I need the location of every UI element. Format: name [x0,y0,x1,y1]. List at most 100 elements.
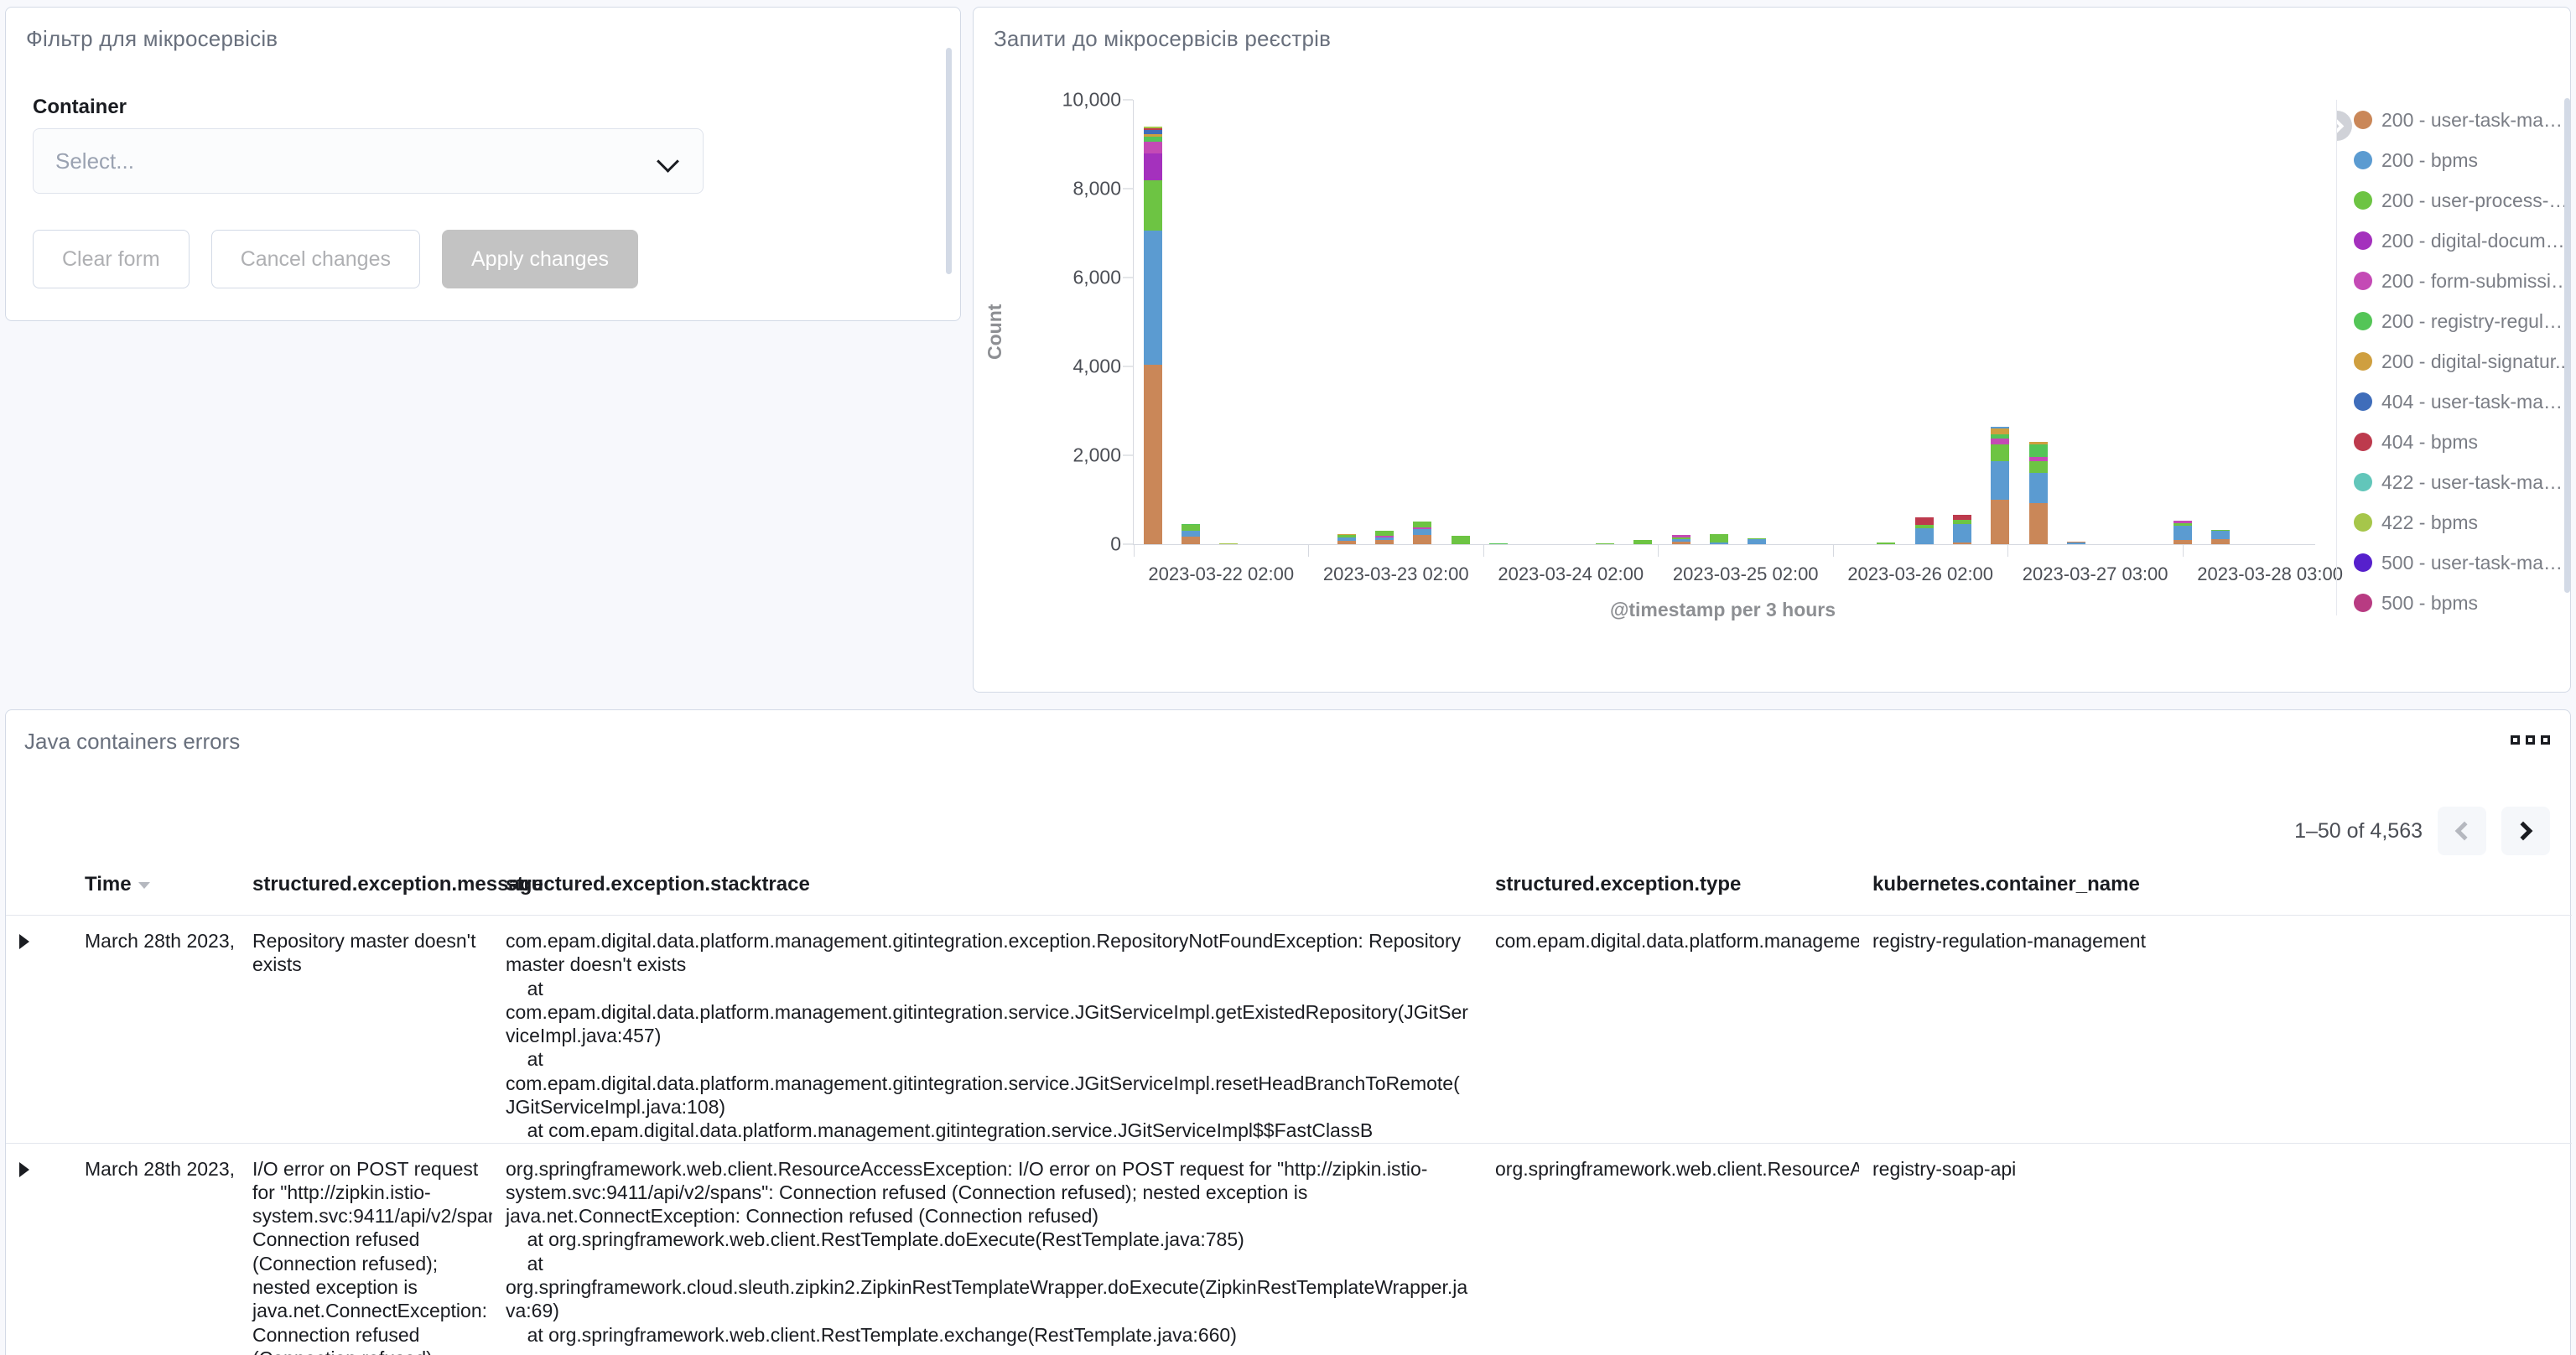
legend-item[interactable]: 200 - user-process-m... [2354,180,2572,221]
legend-item-label: 200 - user-process-m... [2381,189,2572,211]
previous-page-button[interactable] [2438,807,2486,855]
y-tick-label: 10,000 [1062,88,1121,111]
chart-bar-segment [1413,528,1432,535]
x-tick-mark [1134,545,1135,557]
legend-item[interactable]: 422 - user-task-mana... [2354,462,2572,502]
legend-item[interactable]: 200 - user-task-mana... [2354,100,2572,140]
chart-bar-segment [1451,535,1470,544]
legend-item[interactable]: 404 - user-task-mana... [2354,382,2572,422]
legend-item-label: 200 - registry-regulati... [2381,309,2572,332]
cell-message: I/O error on POST request for "http://zi… [239,1142,492,1355]
legend-color-dot [2354,272,2372,290]
chart-bar[interactable] [1991,426,2010,544]
legend-scrollbar[interactable] [2564,98,2570,593]
chart-bar[interactable] [1671,535,1690,544]
table-row[interactable]: March 28th 2023, 13:11:05.258I/O error o… [6,1142,2572,1355]
chart-bar[interactable] [1748,537,1767,544]
chart-bar[interactable] [1143,127,1162,544]
kebab-dot-3 [2541,735,2550,745]
cell-time: March 28th 2023, 13:15:00.015 [71,915,239,1144]
chart-bar-segment [2173,525,2192,541]
column-header-stacktrace[interactable]: structured.exception.stacktrace [492,861,1482,916]
table-body: March 28th 2023, 13:15:00.015Repository … [6,915,2572,1355]
legend-item[interactable]: 500 - bpms [2354,583,2572,615]
next-page-button[interactable] [2501,807,2550,855]
legend-item[interactable]: 500 - user-task-mana... [2354,543,2572,583]
filter-panel-scrollbar[interactable] [946,48,952,274]
chart-bar[interactable] [1413,522,1432,544]
panel-menu-icon[interactable] [2511,735,2550,745]
chart-bar-segment [1143,365,1162,544]
x-tick-mark [1483,545,1484,557]
x-axis-ticks: 2023-03-22 02:00 2023-03-23 02:00 2023-03-… [1134,545,2343,595]
row-expand-cell[interactable] [6,1142,71,1355]
column-header-type[interactable]: structured.exception.type [1482,861,1859,916]
legend-color-dot [2354,594,2372,612]
chart-bar-segment [2028,444,2048,457]
cancel-changes-button[interactable]: Cancel changes [210,230,420,288]
chart-legend: 200 - user-task-mana... 200 - bpms 200 - u… [2336,100,2572,615]
filter-panel-title: Фільтр для мікросервісів [26,26,278,51]
table-row[interactable]: March 28th 2023, 13:15:00.015Repository … [6,915,2572,1144]
legend-item[interactable]: 422 - bpms [2354,502,2572,543]
chevron-right-icon [2513,821,2533,841]
legend-color-dot [2354,312,2372,330]
y-axis-ticks: 0 2,000 4,000 6,000 8,000 10,000 [1007,89,1133,555]
apply-changes-button[interactable]: Apply changes [441,230,638,288]
expand-row-icon[interactable] [19,1161,29,1177]
chart-bar-segment [1914,517,1934,526]
legend-color-dot [2354,473,2372,491]
x-tick-mark [1308,545,1310,557]
column-header-time-label: Time [85,873,132,896]
x-tick-label: 2023-03-23 02:00 [1322,563,1469,584]
legend-next-icon[interactable] [2337,111,2352,141]
y-tick-mark [1123,99,1133,101]
x-tick-mark [1658,545,1659,557]
chart-bar[interactable] [1181,523,1200,544]
x-tick-label: 2023-03-22 02:00 [1148,563,1295,584]
java-errors-panel: Java containers errors 1–50 of 4,563 Tim… [5,709,2572,1355]
chart-bar[interactable] [1709,534,1728,544]
expand-row-icon[interactable] [19,934,29,949]
legend-item[interactable]: 404 - bpms [2354,422,2572,462]
sort-desc-icon [138,881,150,889]
chart-bar-segment [1143,230,1162,366]
column-header-message[interactable]: structured.exception.message [239,861,543,916]
chart-bar[interactable] [2028,441,2048,544]
container-select[interactable]: Select... [33,128,704,194]
chart-bar-segment [1709,534,1728,543]
column-header-container[interactable]: kubernetes.container_name [1859,861,2572,916]
chart-plot-bars [1134,100,2312,544]
legend-item[interactable]: 200 - digital-signatur... [2354,341,2572,382]
requests-chart-panel: Запити до мікросервісів реєстрів Count 0… [973,7,2572,693]
legend-color-dot [2354,513,2372,532]
row-expand-cell[interactable] [6,915,71,1144]
legend-item[interactable]: 200 - registry-regulati... [2354,301,2572,341]
chart-bar[interactable] [2211,529,2231,544]
legend-item[interactable]: 200 - digital-docume... [2354,221,2572,261]
chart-bar-segment [1991,444,2010,461]
legend-item-label: 200 - form-submissio... [2381,269,2572,292]
cell-exception-type: com.epam.digital.data.platform.managemen… [1482,915,1859,1144]
legend-item-label: 200 - bpms [2381,148,2479,171]
chart-bar[interactable] [1914,517,1934,544]
dashboard-page: Фільтр для мікросервісів Container Selec… [0,0,2576,1355]
column-header-time[interactable]: Time [71,861,239,916]
legend-item[interactable]: 200 - bpms [2354,140,2572,180]
x-axis-label: @timestamp per 3 hours [1609,599,1836,620]
x-tick-label: 2023-03-25 02:00 [1672,563,1819,584]
chart-bar-segment [2028,472,2048,503]
chart-bar[interactable] [1375,530,1394,544]
cell-container-name: registry-soap-api [1859,1142,2572,1355]
chart-bar-segment [1181,537,1200,544]
chart-bar[interactable] [1953,515,1972,544]
chart-bar[interactable] [1337,533,1356,544]
cell-stacktrace: com.epam.digital.data.platform.managemen… [492,915,1482,1144]
legend-item-label: 422 - user-task-mana... [2381,470,2572,493]
chart-bar-segment [1991,460,2010,500]
clear-form-button[interactable]: Clear form [33,230,190,288]
x-tick-label: 2023-03-27 03:00 [2022,563,2168,584]
chart-bar[interactable] [1451,535,1470,544]
legend-item[interactable]: 200 - form-submissio... [2354,261,2572,301]
chart-bar[interactable] [2173,521,2192,544]
